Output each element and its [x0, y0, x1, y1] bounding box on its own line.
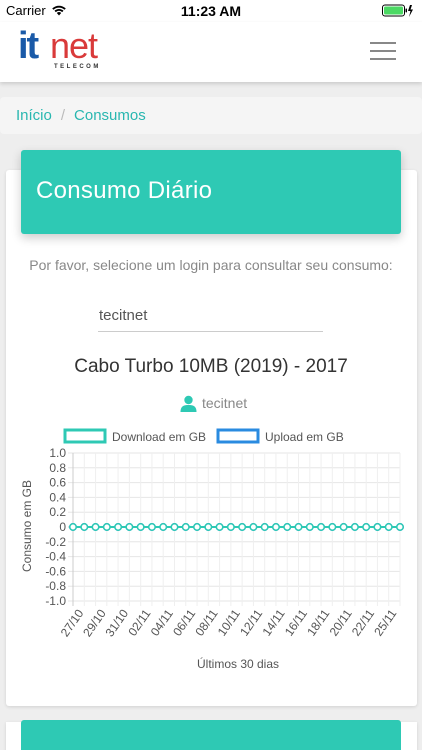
y-tick-label: 0.8	[49, 461, 66, 475]
series-point-0	[215, 523, 224, 531]
series-point-0	[170, 523, 179, 531]
logo-tagline: TELECOM	[54, 64, 101, 70]
itnet-logo[interactable]: it net TELECOM	[18, 26, 110, 74]
series-point-0	[114, 523, 123, 531]
series-point-0	[283, 523, 292, 531]
y-axis-label: Consumo em GB	[20, 480, 34, 572]
user-icon	[180, 395, 197, 415]
x-tick-label: 04/11	[148, 606, 176, 638]
plan-title: Cabo Turbo 10MB (2019) - 2017	[74, 356, 348, 377]
y-tick-label: 0.2	[49, 505, 66, 519]
series-point-0	[339, 523, 348, 531]
battery-icon	[382, 4, 414, 21]
logo-it-text: it	[18, 25, 39, 67]
login-select-field[interactable]	[98, 298, 323, 332]
x-tick-label: 18/11	[304, 606, 332, 638]
series-point-0	[238, 523, 247, 531]
series-point-0	[249, 523, 258, 531]
hamburger-menu-icon[interactable]	[370, 42, 398, 62]
x-tick-label: 02/11	[125, 606, 153, 638]
series-point-0	[396, 523, 404, 531]
breadcrumb: Início / Consumos	[0, 97, 422, 134]
y-tick-label: 0.6	[49, 476, 66, 490]
legend-swatch-0	[63, 428, 107, 444]
y-axis-ticks: 1.00.80.60.40.20-0.2-0.4-0.6-0.8-1.0	[45, 446, 66, 608]
breadcrumb-consumos-link[interactable]: Consumos	[74, 107, 146, 124]
series-point-0	[317, 523, 326, 531]
x-tick-label: 08/11	[192, 606, 220, 638]
legend-swatch-1	[216, 428, 260, 444]
y-tick-label: -0.2	[45, 535, 66, 549]
logo-net-text: net	[50, 25, 98, 66]
series-point-0	[373, 523, 382, 531]
x-axis-label: Últimos 30 dias	[197, 656, 279, 671]
x-axis-ticks: 27/1029/1031/1002/1104/1106/1108/1110/11…	[58, 606, 400, 639]
x-tick-label: 29/10	[80, 606, 109, 639]
series-point-0	[272, 523, 280, 531]
y-tick-label: -0.4	[45, 550, 66, 564]
legend-label-1: Upload em GB	[265, 430, 344, 444]
x-tick-label: 16/11	[282, 606, 310, 638]
series-point-0	[125, 523, 134, 531]
clock-label: 11:23 AM	[180, 3, 242, 19]
x-tick-label: 14/11	[259, 606, 287, 638]
y-tick-label: 0	[59, 520, 66, 534]
card-title: Consumo Diário	[36, 177, 213, 204]
chart-legend: Download em GB Upload em GB	[63, 428, 344, 444]
series-point-0	[384, 523, 393, 531]
x-tick-label: 27/10	[58, 606, 87, 639]
series-point-0	[260, 523, 269, 531]
series-point-0	[193, 523, 201, 531]
legend-label-0: Download em GB	[112, 430, 206, 444]
user-name: tecitnet	[202, 395, 248, 411]
consumption-chart: Download em GB Upload em GB 1.00.80.60.40…	[20, 428, 404, 671]
series-point-0	[136, 523, 145, 531]
x-tick-label: 22/11	[349, 606, 377, 638]
x-tick-label: 12/11	[237, 606, 265, 638]
series-point-0	[362, 523, 371, 531]
series-point-0	[159, 523, 168, 531]
series-point-0	[294, 523, 303, 531]
x-tick-label: 25/11	[371, 606, 399, 638]
instruction-text: Por favor, selecione um login para consu…	[29, 257, 393, 273]
y-tick-label: -1.0	[45, 594, 66, 608]
breadcrumb-separator: /	[60, 107, 66, 124]
second-card-header	[21, 720, 401, 750]
series-point-0	[350, 523, 359, 531]
series-point-0	[147, 523, 156, 531]
y-tick-label: -0.8	[45, 579, 66, 593]
status-bar: Carrier 11:23 AM	[0, 0, 422, 22]
series-point-0	[226, 523, 235, 531]
y-tick-label: 0.4	[49, 490, 66, 504]
series-point-0	[80, 523, 89, 531]
x-tick-label: 10/11	[215, 606, 243, 638]
y-tick-label: -0.6	[45, 564, 66, 578]
series-point-0	[305, 523, 314, 531]
card-header: Consumo Diário	[21, 150, 401, 234]
y-tick-label: 1.0	[49, 446, 66, 460]
series-point-0	[69, 523, 77, 531]
series-point-0	[328, 523, 337, 531]
x-tick-label: 20/11	[327, 606, 355, 638]
series-point-0	[181, 523, 190, 531]
x-tick-label: 06/11	[170, 606, 198, 638]
app-header: it net TELECOM	[0, 22, 422, 82]
series-point-0	[91, 523, 100, 531]
series-point-0	[102, 523, 111, 531]
x-tick-label: 31/10	[102, 606, 131, 639]
series-point-0	[204, 523, 213, 531]
chart-series	[69, 523, 404, 531]
breadcrumb-inicio-link[interactable]: Início	[16, 107, 52, 124]
